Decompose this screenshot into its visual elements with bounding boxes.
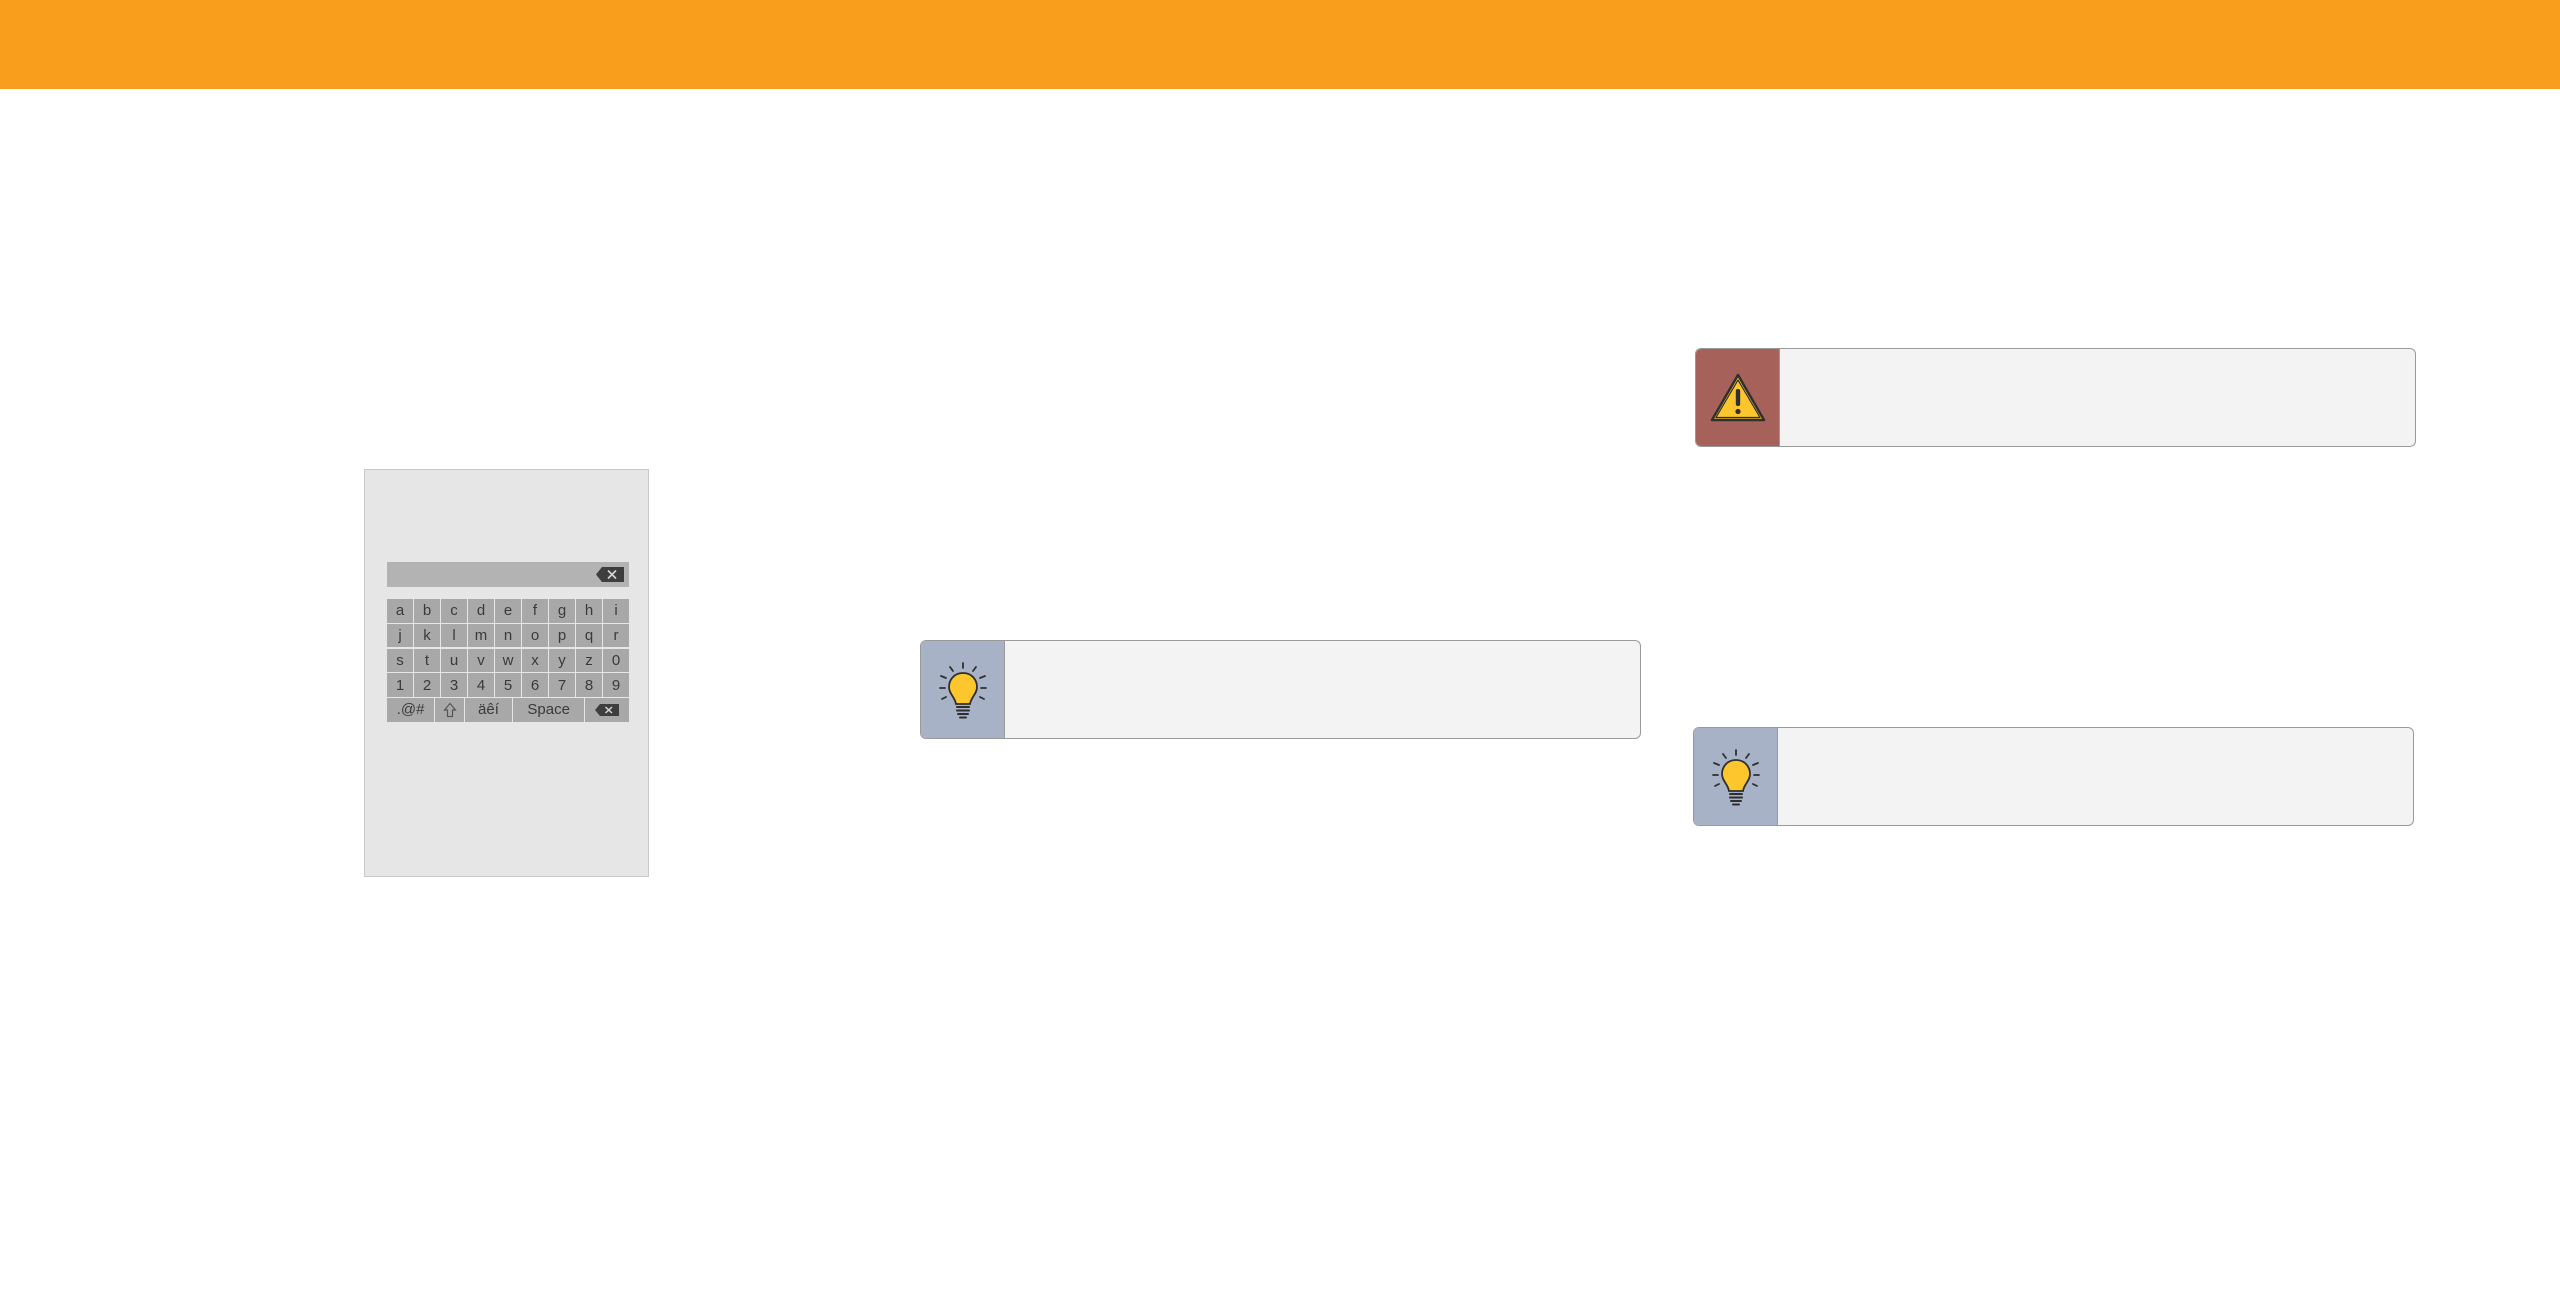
backspace-icon <box>595 703 620 716</box>
keyboard-row: s t u v w x y z 0 <box>387 648 629 673</box>
header-bar <box>0 0 2560 89</box>
key-7[interactable]: 7 <box>549 673 575 697</box>
accents-key[interactable]: äêí <box>464 698 513 722</box>
space-key[interactable]: Space <box>513 698 585 722</box>
warning-icon-panel <box>1696 349 1780 446</box>
keyboard-row: 1 2 3 4 5 6 7 8 9 <box>387 673 629 697</box>
key-c[interactable]: c <box>441 599 467 623</box>
key-v[interactable]: v <box>468 648 494 673</box>
warning-callout <box>1695 348 2416 447</box>
key-8[interactable]: 8 <box>576 673 602 697</box>
key-x[interactable]: x <box>522 648 548 673</box>
warning-icon <box>1710 373 1765 421</box>
key-t[interactable]: t <box>414 648 440 673</box>
key-d[interactable]: d <box>468 599 494 623</box>
key-g[interactable]: g <box>549 599 575 623</box>
key-2[interactable]: 2 <box>414 673 440 697</box>
key-5[interactable]: 5 <box>495 673 521 697</box>
key-f[interactable]: f <box>522 599 548 623</box>
shift-key[interactable] <box>435 698 464 722</box>
symbols-key[interactable]: .@# <box>387 698 435 722</box>
on-screen-keyboard-panel: a b c d e f g h i j k l m n o p q r s t … <box>364 469 649 877</box>
key-l[interactable]: l <box>441 623 467 648</box>
keyboard-row-function: .@# äêí Space <box>387 698 629 722</box>
key-i[interactable]: i <box>603 599 629 623</box>
key-1[interactable]: 1 <box>387 673 413 697</box>
keyboard-row: a b c d e f g h i <box>387 599 629 623</box>
key-j[interactable]: j <box>387 623 413 648</box>
key-a[interactable]: a <box>387 599 413 623</box>
key-w[interactable]: w <box>495 648 521 673</box>
tip-callout <box>1693 727 2414 826</box>
key-0[interactable]: 0 <box>603 648 629 673</box>
key-y[interactable]: y <box>549 648 575 673</box>
key-n[interactable]: n <box>495 623 521 648</box>
key-z[interactable]: z <box>576 648 602 673</box>
tip-icon-panel <box>921 641 1005 738</box>
text-input-field[interactable] <box>387 562 629 587</box>
key-r[interactable]: r <box>603 623 629 648</box>
key-s[interactable]: s <box>387 648 413 673</box>
keyboard-row: j k l m n o p q r <box>387 623 629 648</box>
key-m[interactable]: m <box>468 623 494 648</box>
key-k[interactable]: k <box>414 623 440 648</box>
tip-icon-panel <box>1694 728 1778 825</box>
shift-arrow-icon <box>442 702 457 718</box>
keyboard-keys: a b c d e f g h i j k l m n o p q r s t … <box>387 599 629 723</box>
lightbulb-icon <box>938 661 987 718</box>
key-h[interactable]: h <box>576 599 602 623</box>
key-o[interactable]: o <box>522 623 548 648</box>
backspace-key[interactable] <box>585 698 629 722</box>
key-b[interactable]: b <box>414 599 440 623</box>
key-3[interactable]: 3 <box>441 673 467 697</box>
key-u[interactable]: u <box>441 648 467 673</box>
key-4[interactable]: 4 <box>468 673 494 697</box>
key-6[interactable]: 6 <box>522 673 548 697</box>
key-p[interactable]: p <box>549 623 575 648</box>
key-e[interactable]: e <box>495 599 521 623</box>
tip-callout <box>920 640 1641 739</box>
key-9[interactable]: 9 <box>603 673 629 697</box>
clear-input-icon[interactable] <box>595 566 625 583</box>
key-q[interactable]: q <box>576 623 602 648</box>
lightbulb-icon <box>1711 748 1760 805</box>
